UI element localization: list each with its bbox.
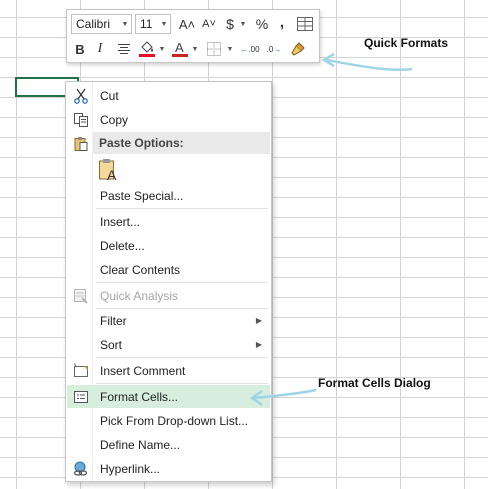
copy-icon (71, 110, 91, 130)
increase-decimal-icon: ←.00 (240, 44, 260, 54)
font-name-combo[interactable]: Calibri ▼ (71, 14, 132, 34)
italic-icon: I (97, 41, 103, 56)
menu-item-insert-comment[interactable]: Insert Comment (67, 359, 270, 382)
hyperlink-icon (71, 459, 91, 479)
increase-font-size-button[interactable]: A˄ (178, 14, 196, 34)
paste-icon: A (99, 159, 117, 183)
format-painter-icon (291, 42, 305, 56)
scissors-icon (71, 86, 91, 106)
decrease-font-size-button[interactable]: A˅ (200, 14, 218, 34)
font-color-icon: A (172, 40, 188, 57)
chevron-down-icon: ▼ (160, 20, 168, 28)
align-center-icon (118, 44, 130, 54)
decrease-decimal-icon: .0→ (266, 44, 282, 54)
format-cells-dialog-annotation: Format Cells Dialog (318, 376, 431, 390)
menu-item-pick-from-list[interactable]: Pick From Drop-down List... (67, 409, 270, 432)
menu-item-define-name[interactable]: Define Name... (67, 433, 270, 456)
table-icon (297, 17, 313, 31)
menu-item-insert[interactable]: Insert... (67, 210, 270, 233)
menu-separator (96, 282, 268, 283)
quick-formats-arrow-icon (321, 52, 413, 72)
percent-icon: % (255, 16, 269, 32)
menu-item-label: Cut (100, 88, 119, 103)
comma-style-button[interactable]: , (275, 12, 289, 32)
format-table-button[interactable] (296, 14, 314, 34)
align-center-button[interactable] (115, 39, 133, 59)
menu-item-delete[interactable]: Delete... (67, 234, 270, 257)
chevron-down-icon[interactable]: ▼ (158, 39, 166, 59)
paint-bucket-icon (139, 41, 155, 57)
percent-style-button[interactable]: % (253, 14, 271, 34)
menu-item-filter[interactable]: Filter ▶ (67, 309, 270, 332)
menu-item-label: Format Cells... (100, 389, 179, 404)
comment-icon (71, 361, 91, 381)
comma-icon: , (279, 13, 285, 31)
menu-item-label: Quick Analysis (100, 288, 179, 303)
decrease-font-icon: A˅ (202, 18, 216, 30)
menu-item-sort[interactable]: Sort ▶ (67, 333, 270, 356)
menu-item-hyperlink[interactable]: Hyperlink... (67, 457, 270, 480)
menu-item-copy[interactable]: Copy (67, 108, 270, 131)
italic-button[interactable]: I (93, 39, 107, 59)
svg-text:A: A (175, 40, 184, 55)
menu-item-quick-analysis: Quick Analysis (67, 284, 270, 307)
menu-item-paste-special[interactable]: Paste Special... (67, 184, 270, 207)
font-color-button[interactable]: A (171, 39, 189, 59)
submenu-arrow-icon: ▶ (255, 316, 262, 325)
mini-toolbar: Calibri ▼ 11 ▼ A˄ A˅ $ ▼ % , B I ▼ A ▼ ▼… (66, 9, 320, 63)
context-menu: Cut Copy Paste Options: A Paste Special.… (65, 81, 272, 482)
menu-item-label: Delete... (100, 238, 145, 253)
fill-color-button[interactable] (138, 39, 156, 59)
increase-font-icon: A˄ (178, 16, 196, 32)
decrease-decimal-button[interactable]: .0→ (263, 39, 285, 59)
clipboard-icon (71, 134, 91, 154)
menu-item-clear-contents[interactable]: Clear Contents (67, 258, 270, 281)
menu-item-label: Paste Special... (100, 188, 184, 203)
chevron-down-icon[interactable]: ▼ (239, 14, 247, 34)
font-size-value: 11 (140, 17, 153, 31)
accounting-format-button[interactable]: $ (223, 14, 237, 34)
borders-icon (207, 42, 221, 56)
format-cells-arrow-icon (249, 388, 317, 407)
menu-item-cut[interactable]: Cut (67, 84, 270, 107)
paste-options-label: Paste Options: (99, 136, 184, 150)
quick-analysis-icon (71, 286, 91, 306)
increase-decimal-button[interactable]: ←.00 (239, 39, 261, 59)
menu-item-format-cells[interactable]: Format Cells... (67, 385, 270, 408)
menu-item-label: Insert Comment (100, 363, 186, 378)
menu-item-label: Sort (100, 337, 123, 352)
menu-item-label: Pick From Drop-down List... (100, 413, 249, 428)
format-painter-button[interactable] (289, 39, 307, 59)
menu-item-label: Insert... (100, 214, 141, 229)
menu-separator (96, 208, 268, 209)
bold-icon: B (75, 41, 85, 57)
menu-item-label: Copy (100, 112, 129, 127)
font-size-combo[interactable]: 11 ▼ (135, 14, 171, 34)
chevron-down-icon[interactable]: ▼ (226, 39, 234, 59)
menu-separator (96, 383, 268, 384)
menu-item-label: Clear Contents (100, 262, 181, 277)
submenu-arrow-icon: ▶ (255, 340, 262, 349)
menu-item-label: Hyperlink... (100, 461, 161, 476)
svg-text:A: A (107, 167, 117, 182)
font-name-value: Calibri (76, 17, 111, 31)
quick-formats-annotation: Quick Formats (364, 36, 449, 50)
format-cells-icon (71, 387, 91, 407)
chevron-down-icon: ▼ (121, 20, 129, 28)
menu-item-label: Define Name... (100, 437, 181, 452)
menu-item-label: Filter (100, 313, 127, 328)
menu-separator (96, 357, 268, 358)
paste-button[interactable]: A (98, 158, 122, 184)
borders-button[interactable] (205, 39, 223, 59)
currency-icon: $ (226, 16, 234, 32)
chevron-down-icon[interactable]: ▼ (191, 39, 199, 59)
paste-options-header: Paste Options: (93, 132, 270, 154)
bold-button[interactable]: B (72, 39, 88, 59)
